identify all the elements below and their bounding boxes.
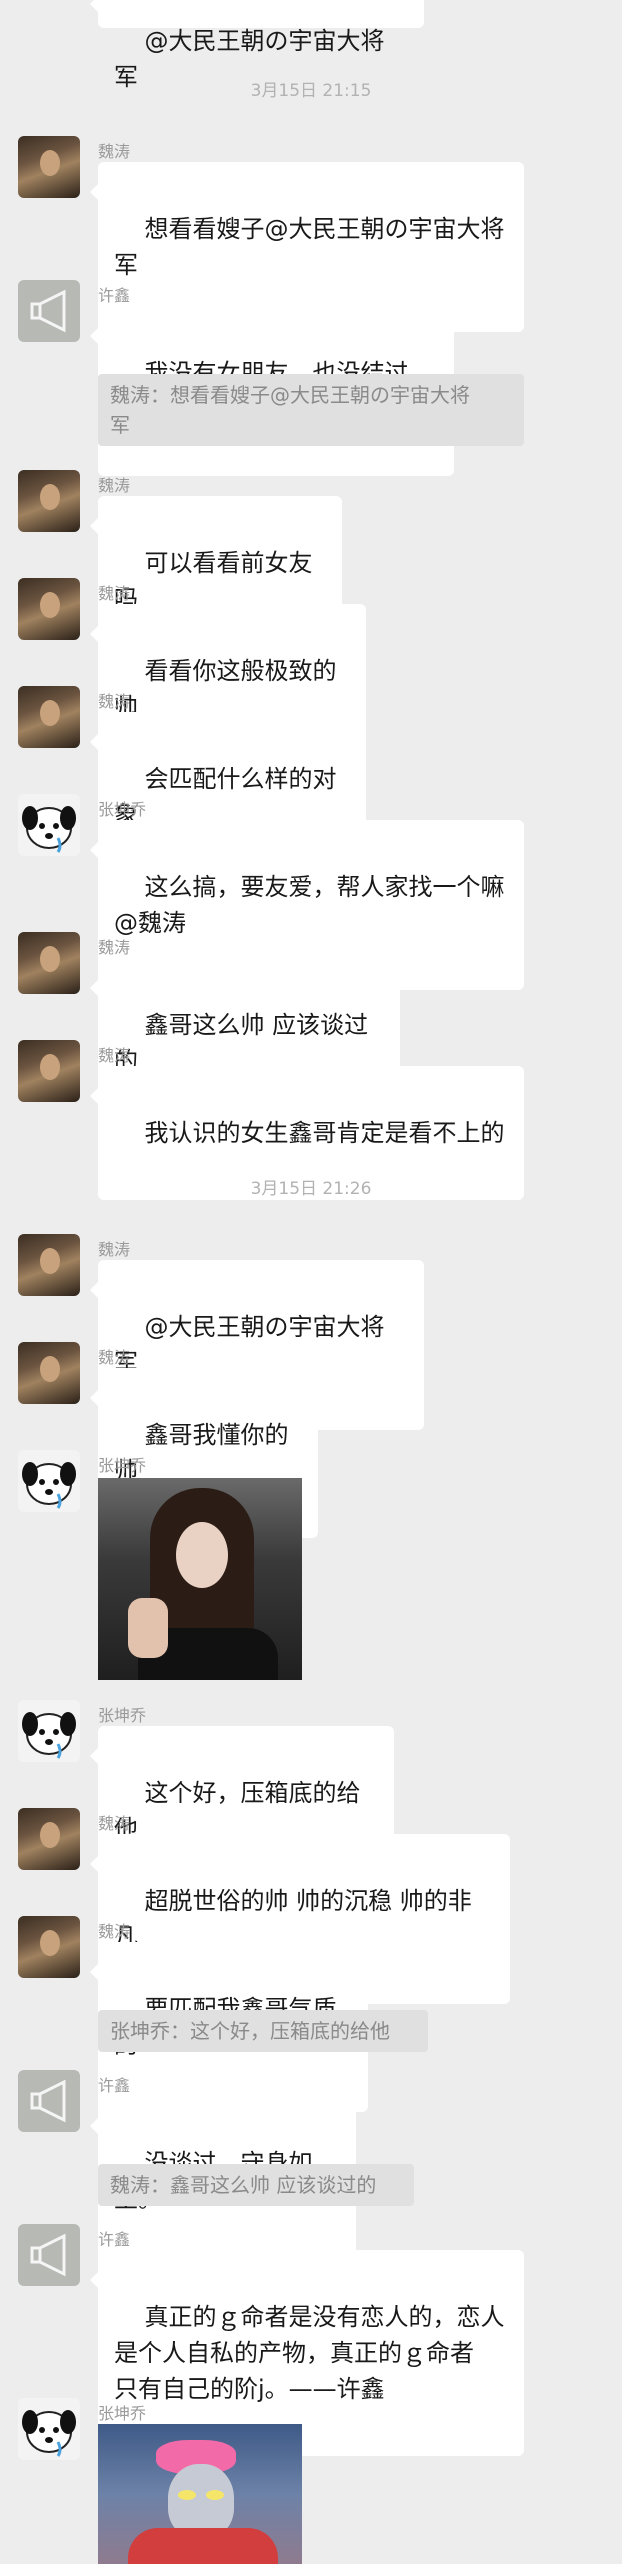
sender-name: 魏涛 [98, 1814, 131, 1833]
image-message-girl-thumbs-up[interactable] [98, 1478, 302, 1680]
quoted-message[interactable]: 张坤乔：这个好，压箱底的给他 [98, 2010, 428, 2052]
sender-name: 魏涛 [98, 476, 131, 495]
message-text: 我认识的女生鑫哥肯定是看不上的 [144, 1119, 505, 1147]
sender-name: 魏涛 [98, 1922, 131, 1941]
sender-name: 魏涛 [98, 692, 131, 711]
avatar-xuxin[interactable] [18, 280, 80, 342]
message-bubble[interactable]: @大民王朝の宇宙大将军 [90, 0, 424, 91]
sender-name: 魏涛 [98, 938, 131, 957]
sender-name: 魏涛 [98, 1240, 131, 1259]
timestamp: 3月15日 21:15 [250, 81, 372, 101]
sender-name: 张坤乔 [98, 1706, 147, 1725]
cartoon-dog-icon [22, 806, 76, 853]
sender-name: 许鑫 [98, 2230, 131, 2249]
avatar-zhangkunqiao[interactable] [18, 794, 80, 856]
avatar-weitao[interactable] [18, 686, 80, 748]
avatar-zhangkunqiao[interactable] [18, 1450, 80, 1512]
quote-text: 魏涛：想看看嫂子@大民王朝の宇宙大将 军 [110, 383, 470, 437]
message-text: 这么搞，要友爱，帮人家找一个嘛 @魏涛 [114, 873, 505, 937]
avatar-weitao[interactable] [18, 1808, 80, 1870]
sender-name: 魏涛 [98, 1046, 131, 1065]
avatar-weitao[interactable] [18, 1916, 80, 1978]
photo-face [176, 1522, 228, 1588]
megaphone-icon [30, 289, 66, 333]
sender-name: 许鑫 [98, 286, 131, 305]
avatar-weitao[interactable] [18, 932, 80, 994]
avatar-weitao[interactable] [18, 1342, 80, 1404]
avatar-weitao[interactable] [18, 1040, 80, 1102]
quoted-message[interactable]: 魏涛：鑫哥这么帅 应该谈过的 [98, 2164, 414, 2206]
sender-name: 魏涛 [98, 142, 131, 161]
chat-scroll-area[interactable]: @大民王朝の宇宙大将军 3月15日 21:15 魏涛 想看看嫂子@大民王朝の宇宙… [0, 0, 622, 2564]
sender-name: 魏涛 [98, 584, 131, 603]
avatar-weitao[interactable] [18, 578, 80, 640]
image-message-ultraman-bow[interactable] [98, 2424, 302, 2564]
avatar-weitao[interactable] [18, 1234, 80, 1296]
sender-name: 魏涛 [98, 1348, 131, 1367]
quote-text: 魏涛：鑫哥这么帅 应该谈过的 [110, 2173, 377, 2197]
timestamp: 3月15日 21:26 [250, 1179, 372, 1199]
cartoon-dog-icon [22, 1712, 76, 1759]
ultraman-eye [178, 2490, 196, 2500]
avatar-weitao[interactable] [18, 136, 80, 198]
ultraman-eye [206, 2490, 224, 2500]
sender-name: 张坤乔 [98, 1456, 147, 1475]
avatar-weitao[interactable] [18, 470, 80, 532]
megaphone-icon [30, 2233, 66, 2277]
message-text: 真正的ｇ命者是没有恋人的，恋人 是个人自私的产物，真正的ｇ命者 只有自己的阶j。… [114, 2303, 505, 2403]
avatar-xuxin[interactable] [18, 2070, 80, 2132]
sender-name: 张坤乔 [98, 800, 147, 819]
cartoon-dog-icon [22, 1462, 76, 1509]
avatar-xuxin[interactable] [18, 2224, 80, 2286]
sender-name: 张坤乔 [98, 2404, 147, 2423]
avatar-zhangkunqiao[interactable] [18, 1700, 80, 1762]
quote-text: 张坤乔：这个好，压箱底的给他 [110, 2019, 390, 2043]
cartoon-dog-icon [22, 2410, 76, 2457]
message-text: 想看看嫂子@大民王朝の宇宙大将 军 [114, 215, 505, 279]
ultraman-body [128, 2528, 278, 2564]
megaphone-icon [30, 2079, 66, 2123]
quoted-message[interactable]: 魏涛：想看看嫂子@大民王朝の宇宙大将 军 [98, 374, 524, 446]
sender-name: 许鑫 [98, 2076, 131, 2095]
thumbs-up-icon [128, 1598, 168, 1658]
avatar-zhangkunqiao[interactable] [18, 2398, 80, 2460]
ultraman-head [168, 2464, 234, 2538]
